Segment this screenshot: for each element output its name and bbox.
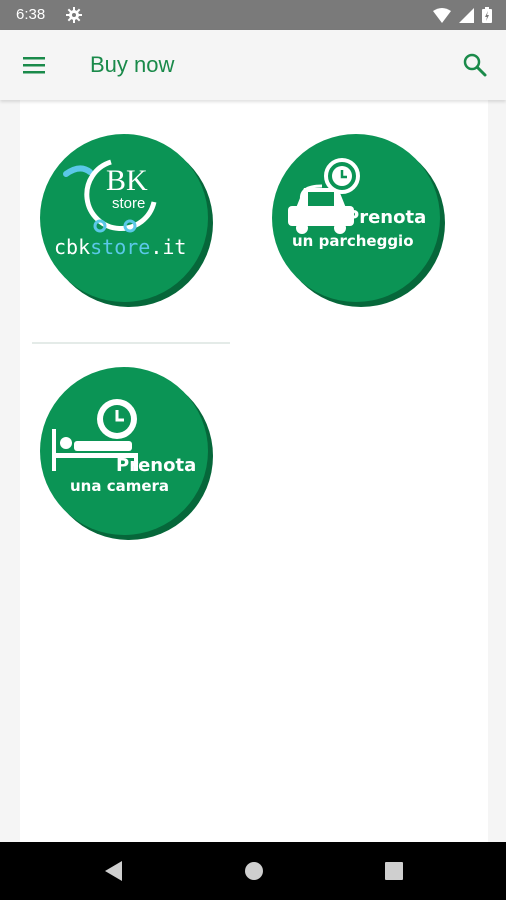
recents-button[interactable]: [383, 859, 405, 888]
page-title: Buy now: [90, 52, 175, 77]
cbkstore-tile[interactable]: BK store cbkstore.it: [36, 130, 216, 310]
menu-icon: [23, 57, 45, 74]
wifi-icon: [433, 7, 451, 28]
status-time: 6:38: [16, 6, 46, 23]
room-line1: Prenota: [116, 455, 196, 476]
logo-sub: store: [112, 195, 145, 212]
url-part-1: cbk: [54, 235, 90, 259]
parking-line2: un parcheggio: [292, 232, 414, 250]
search-button[interactable]: [462, 52, 488, 78]
parking-tile[interactable]: Prenota un parcheggio: [268, 130, 448, 310]
parking-line1: Prenota: [346, 207, 426, 228]
back-button[interactable]: [102, 859, 124, 888]
divider: [32, 342, 230, 344]
battery-icon: [482, 7, 492, 28]
home-button[interactable]: [243, 859, 265, 888]
cbkstore-url: cbkstore.it: [54, 235, 186, 259]
menu-button[interactable]: [22, 53, 48, 77]
status-icons: [433, 7, 492, 28]
navigation-bar: [0, 842, 506, 900]
search-icon: [463, 53, 487, 77]
url-part-3: .it: [150, 235, 186, 259]
signal-icon: [459, 7, 474, 28]
recents-icon: [385, 862, 403, 880]
back-icon: [105, 861, 122, 881]
room-line2: una camera: [70, 477, 169, 495]
gear-icon: [66, 7, 82, 28]
logo-main: BK: [106, 164, 148, 197]
room-tile[interactable]: Prenota una camera: [36, 363, 216, 543]
url-part-2: store: [90, 235, 150, 259]
home-icon: [245, 862, 263, 880]
status-bar: 6:38: [0, 0, 506, 30]
content-card: BK store cbkstore.it Prenota un parchegg…: [20, 100, 488, 842]
app-bar: Buy now: [0, 30, 506, 100]
